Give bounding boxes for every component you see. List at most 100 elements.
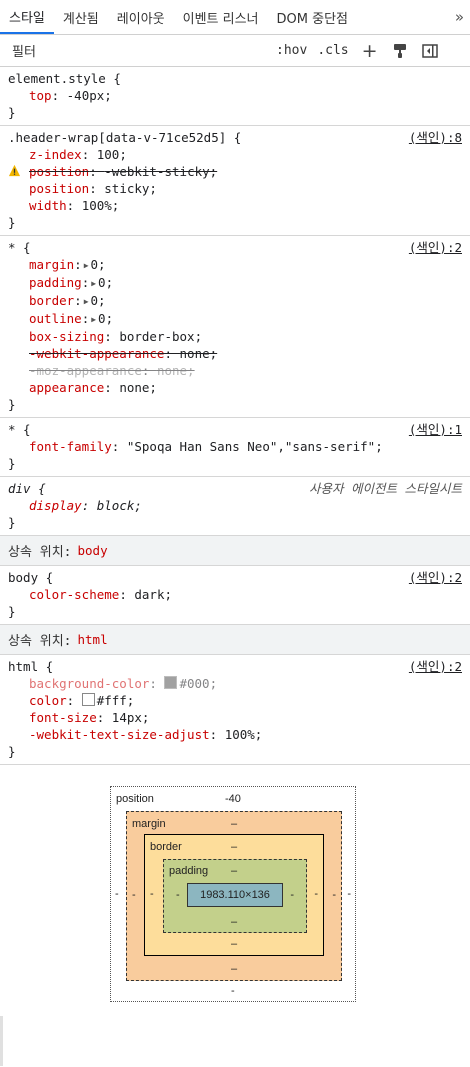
property-value[interactable]: 0; — [91, 257, 106, 272]
declaration-overridden[interactable]: position: -webkit-sticky; — [8, 163, 462, 180]
color-swatch-black[interactable] — [164, 676, 178, 689]
property-value[interactable]: -webkit-sticky; — [104, 164, 217, 179]
property-name[interactable]: z-index — [29, 147, 82, 162]
border-left-value[interactable]: - — [150, 888, 154, 900]
property-name[interactable]: -webkit-text-size-adjust — [29, 727, 210, 742]
rule-selector[interactable]: .header-wrap[data-v-71ce52d5] { — [8, 129, 462, 146]
property-value[interactable]: 100%; — [82, 198, 120, 213]
rule-selector[interactable]: body { — [8, 569, 462, 586]
tab-layout[interactable]: 레이아웃 — [108, 0, 174, 34]
rule-selector[interactable]: element.style { — [8, 70, 462, 87]
position-bottom-value[interactable]: - — [231, 985, 235, 997]
property-name[interactable]: appearance — [29, 380, 104, 395]
rule-source-link[interactable]: (색인):2 — [409, 658, 462, 675]
expand-triangle-icon[interactable]: ▶ — [91, 279, 96, 288]
padding-bottom-value[interactable]: – — [231, 916, 237, 928]
declaration[interactable]: border: ▶ 0; — [8, 292, 462, 310]
property-name[interactable]: position — [29, 181, 89, 196]
property-name[interactable]: color — [29, 693, 67, 708]
add-rule-icon[interactable]: + — [361, 40, 379, 62]
margin-left-value[interactable]: - — [132, 889, 136, 901]
property-value[interactable]: -40px; — [67, 88, 112, 103]
declaration[interactable]: padding: ▶ 0; — [8, 274, 462, 292]
margin-top-value[interactable]: – — [231, 818, 237, 830]
property-name[interactable]: outline — [29, 311, 82, 326]
property-name[interactable]: -moz-appearance — [29, 363, 142, 378]
declaration[interactable]: margin: ▶ 0; — [8, 256, 462, 274]
expand-triangle-icon[interactable]: ▶ — [84, 261, 89, 270]
rule-source-link[interactable]: (색인):2 — [409, 239, 462, 256]
border-bottom-value[interactable]: – — [231, 938, 237, 950]
property-value[interactable]: "Spoqa Han Sans Neo","sans-serif"; — [127, 439, 383, 454]
property-value[interactable]: none; — [180, 346, 218, 361]
padding-left-value[interactable]: - — [176, 889, 180, 901]
declaration-not-inherited[interactable]: background-color: #000; — [8, 675, 462, 692]
declaration[interactable]: font-family: "Spoqa Han Sans Neo","sans-… — [8, 438, 462, 455]
declaration[interactable]: color-scheme: dark; — [8, 586, 462, 603]
border-right-value[interactable]: - — [314, 888, 318, 900]
rule-source-link[interactable]: (색인):1 — [409, 421, 462, 438]
declaration-invalid[interactable]: -moz-appearance: none; — [8, 362, 462, 379]
property-name[interactable]: position — [29, 164, 89, 179]
property-value[interactable]: 0; — [98, 311, 113, 326]
declaration[interactable]: font-size: 14px; — [8, 709, 462, 726]
expand-triangle-icon[interactable]: ▶ — [84, 297, 89, 306]
declaration[interactable]: color: #fff; — [8, 692, 462, 709]
property-name[interactable]: top — [29, 88, 52, 103]
margin-right-value[interactable]: - — [332, 889, 336, 901]
rule-selector[interactable]: * { — [8, 239, 462, 256]
property-value[interactable]: border-box; — [119, 329, 202, 344]
rule-selector[interactable]: html { — [8, 658, 462, 675]
more-tabs-button[interactable]: » — [455, 0, 464, 34]
property-value[interactable]: 100; — [97, 147, 127, 162]
hov-button[interactable]: :hov — [276, 43, 307, 58]
tab-styles[interactable]: 스타일 — [0, 0, 54, 34]
declaration[interactable]: top: -40px; — [8, 87, 462, 104]
property-value[interactable]: dark; — [134, 587, 172, 602]
declaration[interactable]: appearance: none; — [8, 379, 462, 396]
declaration[interactable]: z-index: 100; — [8, 146, 462, 163]
inherited-element-link[interactable]: body — [78, 543, 108, 558]
tab-event-listeners[interactable]: 이벤트 리스너 — [174, 0, 268, 34]
color-swatch-white[interactable] — [81, 693, 95, 706]
filter-input[interactable]: 필터 — [4, 38, 266, 63]
declaration[interactable]: box-sizing: border-box; — [8, 328, 462, 345]
margin-bottom-value[interactable]: – — [231, 963, 237, 975]
property-name[interactable]: box-sizing — [29, 329, 104, 344]
position-right-value[interactable]: - — [347, 888, 351, 900]
declaration-overridden[interactable]: -webkit-appearance: none; — [8, 345, 462, 362]
property-value[interactable]: sticky; — [104, 181, 157, 196]
property-name[interactable]: color-scheme — [29, 587, 119, 602]
toggle-sidebar-icon[interactable] — [421, 42, 439, 60]
tab-dom-breakpoints[interactable]: DOM 중단점 — [268, 0, 357, 34]
property-name[interactable]: -webkit-appearance — [29, 346, 164, 361]
border-top-value[interactable]: – — [231, 841, 237, 853]
padding-right-value[interactable]: - — [290, 889, 294, 901]
property-name[interactable]: width — [29, 198, 67, 213]
tab-computed[interactable]: 계산됨 — [54, 0, 108, 34]
property-name[interactable]: margin — [29, 257, 74, 272]
position-left-value[interactable]: - — [115, 888, 119, 900]
inherited-element-link[interactable]: html — [78, 632, 108, 647]
cls-button[interactable]: .cls — [317, 43, 348, 58]
expand-triangle-icon[interactable]: ▶ — [91, 315, 96, 324]
position-top-value[interactable]: -40 — [225, 793, 241, 805]
property-name[interactable]: font-size — [29, 710, 97, 725]
property-name[interactable]: background-color — [29, 676, 149, 691]
declaration[interactable]: -webkit-text-size-adjust: 100%; — [8, 726, 462, 743]
declaration[interactable]: width: 100%; — [8, 197, 462, 214]
rule-source-link[interactable]: (색인):2 — [409, 569, 462, 586]
property-name[interactable]: font-family — [29, 439, 112, 454]
padding-top-value[interactable]: – — [231, 865, 237, 877]
property-name[interactable]: padding — [29, 275, 82, 290]
rule-selector[interactable]: * { — [8, 421, 462, 438]
paint-brush-icon[interactable] — [391, 42, 409, 60]
property-value[interactable]: none; — [119, 380, 157, 395]
property-name[interactable]: border — [29, 293, 74, 308]
declaration[interactable]: outline: ▶ 0; — [8, 310, 462, 328]
box-model-content-size[interactable]: 1983.110×136 — [187, 883, 283, 907]
property-value[interactable]: #fff; — [97, 693, 135, 708]
property-value[interactable]: 14px; — [112, 710, 150, 725]
property-value[interactable]: 0; — [98, 275, 113, 290]
declaration[interactable]: position: sticky; — [8, 180, 462, 197]
